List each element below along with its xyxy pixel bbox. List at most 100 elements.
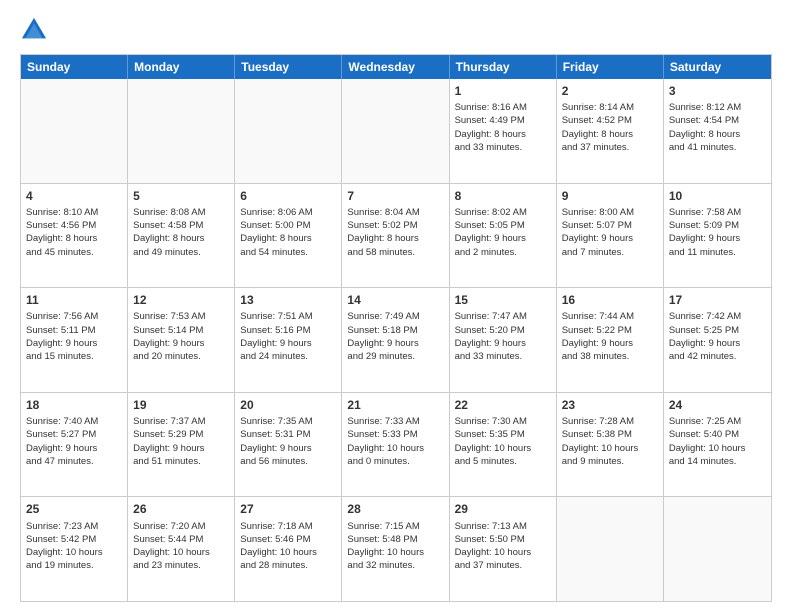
logo-icon <box>20 16 48 44</box>
day-cell-21: 21Sunrise: 7:33 AMSunset: 5:33 PMDayligh… <box>342 393 449 497</box>
day-number: 29 <box>455 501 551 517</box>
day-cell-27: 27 Sunrise: 7:18 AMSunset: 5:46 PMDayligh… <box>235 497 342 601</box>
day-info: Sunrise: 7:18 AMSunset: 5:46 PMDaylight:… <box>240 520 336 573</box>
day-cell-20: 20 Sunrise: 7:35 AMSunset: 5:31 PMDayligh… <box>235 393 342 497</box>
day-number: 17 <box>669 292 766 308</box>
calendar-row-1: 4 Sunrise: 8:10 AMSunset: 4:56 PMDaylight… <box>21 183 771 288</box>
day-cell-1: 1 Sunrise: 8:16 AMSunset: 4:49 PMDaylight… <box>450 79 557 183</box>
day-header-tuesday: Tuesday <box>235 55 342 79</box>
day-info: Sunrise: 7:25 AMSunset: 5:40 PMDaylight:… <box>669 415 766 468</box>
day-number: 25 <box>26 501 122 517</box>
day-number: 9 <box>562 188 658 204</box>
day-cell-14: 14 Sunrise: 7:49 AMSunset: 5:18 PMDayligh… <box>342 288 449 392</box>
day-cell-5: 5 Sunrise: 8:08 AMSunset: 4:58 PMDaylight… <box>128 184 235 288</box>
day-header-friday: Friday <box>557 55 664 79</box>
day-cell-12: 12 Sunrise: 7:53 AMSunset: 5:14 PMDayligh… <box>128 288 235 392</box>
day-number: 18 <box>26 397 122 413</box>
day-info: Sunrise: 7:56 AMSunset: 5:11 PMDaylight:… <box>26 310 122 363</box>
day-cell-empty-0-3 <box>342 79 449 183</box>
day-number: 28 <box>347 501 443 517</box>
day-cell-empty-0-0 <box>21 79 128 183</box>
day-info: Sunrise: 7:47 AMSunset: 5:20 PMDaylight:… <box>455 310 551 363</box>
day-number: 7 <box>347 188 443 204</box>
calendar-row-3: 18 Sunrise: 7:40 AMSunset: 5:27 PMDayligh… <box>21 392 771 497</box>
day-info: Sunrise: 8:00 AMSunset: 5:07 PMDaylight:… <box>562 206 658 259</box>
day-number: 10 <box>669 188 766 204</box>
day-number: 1 <box>455 83 551 99</box>
day-cell-16: 16Sunrise: 7:44 AMSunset: 5:22 PMDayligh… <box>557 288 664 392</box>
day-info: Sunrise: 7:28 AMSunset: 5:38 PMDaylight:… <box>562 415 658 468</box>
day-info: Sunrise: 8:08 AMSunset: 4:58 PMDaylight:… <box>133 206 229 259</box>
calendar-row-2: 11 Sunrise: 7:56 AMSunset: 5:11 PMDayligh… <box>21 287 771 392</box>
day-cell-6: 6Sunrise: 8:06 AMSunset: 5:00 PMDaylight… <box>235 184 342 288</box>
day-info: Sunrise: 8:12 AMSunset: 4:54 PMDaylight:… <box>669 101 766 154</box>
day-number: 27 <box>240 501 336 517</box>
logo <box>20 16 52 44</box>
day-cell-empty-0-2 <box>235 79 342 183</box>
day-number: 12 <box>133 292 229 308</box>
day-header-sunday: Sunday <box>21 55 128 79</box>
day-info: Sunrise: 7:20 AMSunset: 5:44 PMDaylight:… <box>133 520 229 573</box>
day-cell-empty-4-5 <box>557 497 664 601</box>
day-cell-2: 2Sunrise: 8:14 AMSunset: 4:52 PMDaylight… <box>557 79 664 183</box>
day-header-monday: Monday <box>128 55 235 79</box>
day-number: 19 <box>133 397 229 413</box>
calendar-row-4: 25Sunrise: 7:23 AMSunset: 5:42 PMDayligh… <box>21 496 771 601</box>
day-header-thursday: Thursday <box>450 55 557 79</box>
day-number: 24 <box>669 397 766 413</box>
day-number: 15 <box>455 292 551 308</box>
day-number: 5 <box>133 188 229 204</box>
day-info: Sunrise: 8:06 AMSunset: 5:00 PMDaylight:… <box>240 206 336 259</box>
day-number: 3 <box>669 83 766 99</box>
day-info: Sunrise: 7:44 AMSunset: 5:22 PMDaylight:… <box>562 310 658 363</box>
day-cell-empty-4-6 <box>664 497 771 601</box>
calendar-body: 1 Sunrise: 8:16 AMSunset: 4:49 PMDaylight… <box>21 79 771 601</box>
day-number: 14 <box>347 292 443 308</box>
day-info: Sunrise: 8:10 AMSunset: 4:56 PMDaylight:… <box>26 206 122 259</box>
day-cell-empty-0-1 <box>128 79 235 183</box>
day-info: Sunrise: 7:53 AMSunset: 5:14 PMDaylight:… <box>133 310 229 363</box>
day-number: 20 <box>240 397 336 413</box>
day-cell-7: 7 Sunrise: 8:04 AMSunset: 5:02 PMDaylight… <box>342 184 449 288</box>
header <box>20 16 772 44</box>
day-header-wednesday: Wednesday <box>342 55 449 79</box>
day-cell-15: 15 Sunrise: 7:47 AMSunset: 5:20 PMDayligh… <box>450 288 557 392</box>
day-info: Sunrise: 7:30 AMSunset: 5:35 PMDaylight:… <box>455 415 551 468</box>
day-number: 4 <box>26 188 122 204</box>
day-info: Sunrise: 8:16 AMSunset: 4:49 PMDaylight:… <box>455 101 551 154</box>
day-info: Sunrise: 7:35 AMSunset: 5:31 PMDaylight:… <box>240 415 336 468</box>
day-cell-19: 19 Sunrise: 7:37 AMSunset: 5:29 PMDayligh… <box>128 393 235 497</box>
day-cell-23: 23 Sunrise: 7:28 AMSunset: 5:38 PMDayligh… <box>557 393 664 497</box>
day-cell-4: 4 Sunrise: 8:10 AMSunset: 4:56 PMDaylight… <box>21 184 128 288</box>
calendar-row-0: 1 Sunrise: 8:16 AMSunset: 4:49 PMDaylight… <box>21 79 771 183</box>
day-info: Sunrise: 7:58 AMSunset: 5:09 PMDaylight:… <box>669 206 766 259</box>
day-info: Sunrise: 8:04 AMSunset: 5:02 PMDaylight:… <box>347 206 443 259</box>
day-cell-17: 17 Sunrise: 7:42 AMSunset: 5:25 PMDayligh… <box>664 288 771 392</box>
day-number: 21 <box>347 397 443 413</box>
day-info: Sunrise: 7:40 AMSunset: 5:27 PMDaylight:… <box>26 415 122 468</box>
day-number: 23 <box>562 397 658 413</box>
page: SundayMondayTuesdayWednesdayThursdayFrid… <box>0 0 792 612</box>
calendar: SundayMondayTuesdayWednesdayThursdayFrid… <box>20 54 772 602</box>
day-info: Sunrise: 7:37 AMSunset: 5:29 PMDaylight:… <box>133 415 229 468</box>
day-number: 11 <box>26 292 122 308</box>
day-number: 8 <box>455 188 551 204</box>
day-header-saturday: Saturday <box>664 55 771 79</box>
day-cell-11: 11 Sunrise: 7:56 AMSunset: 5:11 PMDayligh… <box>21 288 128 392</box>
day-cell-24: 24 Sunrise: 7:25 AMSunset: 5:40 PMDayligh… <box>664 393 771 497</box>
day-cell-22: 22 Sunrise: 7:30 AMSunset: 5:35 PMDayligh… <box>450 393 557 497</box>
day-cell-3: 3 Sunrise: 8:12 AMSunset: 4:54 PMDaylight… <box>664 79 771 183</box>
day-cell-29: 29Sunrise: 7:13 AMSunset: 5:50 PMDayligh… <box>450 497 557 601</box>
day-number: 26 <box>133 501 229 517</box>
day-number: 22 <box>455 397 551 413</box>
day-cell-13: 13Sunrise: 7:51 AMSunset: 5:16 PMDayligh… <box>235 288 342 392</box>
day-cell-9: 9 Sunrise: 8:00 AMSunset: 5:07 PMDaylight… <box>557 184 664 288</box>
day-cell-18: 18 Sunrise: 7:40 AMSunset: 5:27 PMDayligh… <box>21 393 128 497</box>
day-number: 2 <box>562 83 658 99</box>
day-number: 13 <box>240 292 336 308</box>
day-info: Sunrise: 7:42 AMSunset: 5:25 PMDaylight:… <box>669 310 766 363</box>
day-info: Sunrise: 8:02 AMSunset: 5:05 PMDaylight:… <box>455 206 551 259</box>
day-info: Sunrise: 7:49 AMSunset: 5:18 PMDaylight:… <box>347 310 443 363</box>
day-cell-25: 25Sunrise: 7:23 AMSunset: 5:42 PMDayligh… <box>21 497 128 601</box>
day-cell-28: 28Sunrise: 7:15 AMSunset: 5:48 PMDayligh… <box>342 497 449 601</box>
